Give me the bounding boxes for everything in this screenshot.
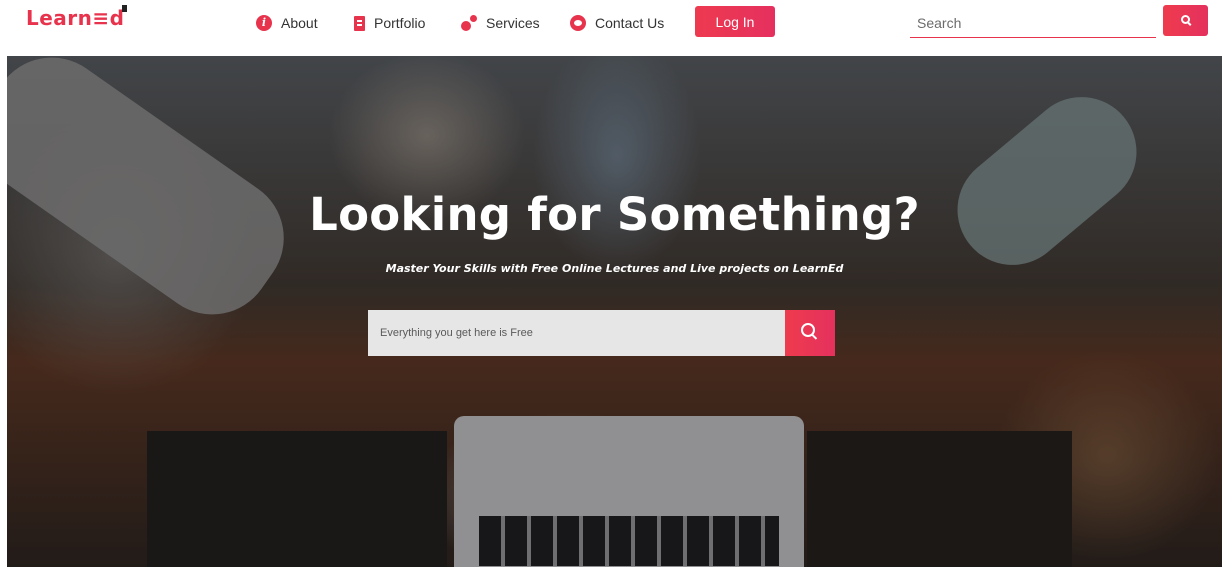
nav-item-label: Services	[486, 15, 540, 31]
nav-item-label: Portfolio	[374, 15, 426, 31]
search-button[interactable]	[1163, 5, 1208, 36]
nav-item-portfolio[interactable]: Portfolio	[354, 12, 425, 34]
search-icon	[801, 323, 819, 341]
info-icon: i	[256, 15, 272, 31]
navbar: Learn≡d i About Portfolio Services Conta…	[0, 0, 1222, 56]
hero-search-input[interactable]	[368, 310, 785, 356]
logo[interactable]: Learn≡d	[26, 5, 128, 30]
hero-subtitle: Master Your Skills with Free Online Lect…	[385, 262, 844, 275]
logo-text: Learn	[26, 6, 93, 30]
logo-mark-text: ≡d	[92, 6, 125, 30]
login-button[interactable]: Log In	[695, 6, 775, 37]
search-input[interactable]	[910, 8, 1156, 38]
nav-item-contact[interactable]: Contact Us	[570, 12, 664, 34]
contact-icon	[570, 15, 586, 31]
hero-title: Looking for Something?	[309, 188, 920, 241]
nav-item-label: About	[281, 15, 318, 31]
logo-flag-icon	[122, 5, 128, 12]
search-icon	[1181, 15, 1191, 25]
logo-mark: ≡d	[92, 5, 128, 30]
gears-icon	[461, 15, 477, 31]
hero-banner: Looking for Something? Master Your Skill…	[7, 56, 1222, 567]
nav-item-label: Contact Us	[595, 15, 665, 31]
nav-item-services[interactable]: Services	[461, 12, 540, 34]
hero-search-button[interactable]	[785, 310, 835, 356]
document-icon	[354, 15, 365, 31]
nav-item-about[interactable]: i About	[256, 12, 318, 34]
